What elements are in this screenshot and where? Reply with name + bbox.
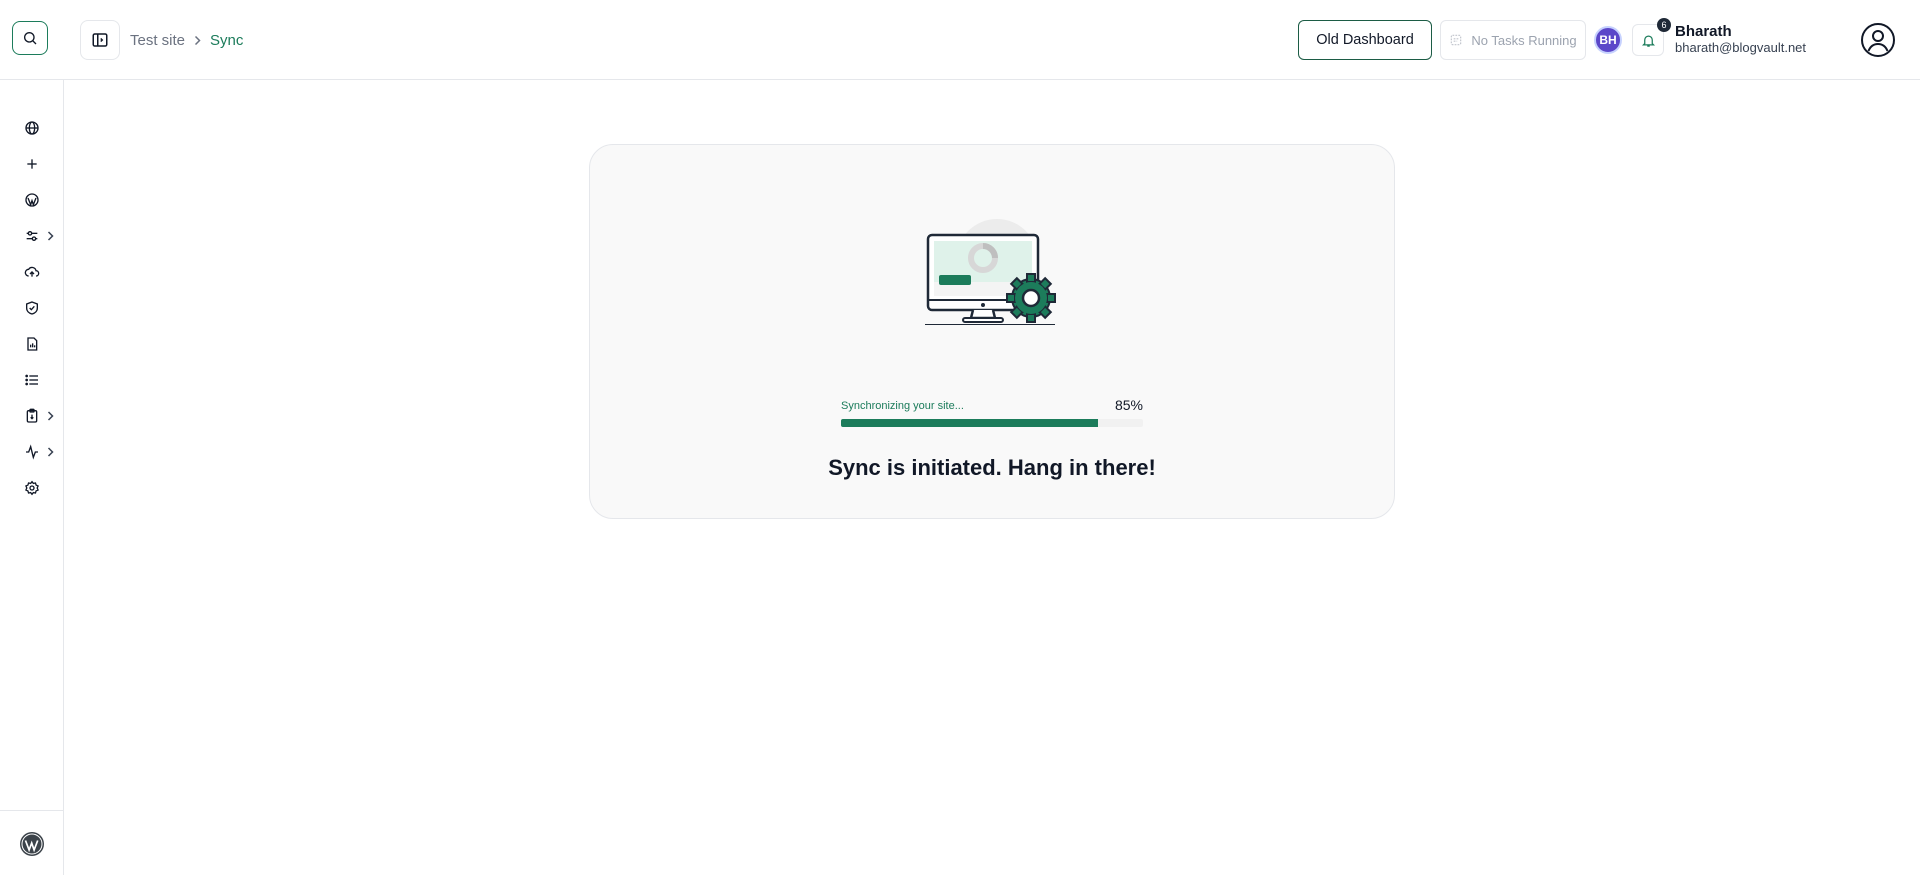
list-icon [25,374,38,386]
breadcrumb-current: Sync [210,31,244,49]
user-menu-button[interactable] [1860,22,1896,58]
progress-percent: 85% [1114,397,1143,413]
search-button[interactable] [12,21,48,55]
user-circle-icon [1861,23,1895,57]
shield-check-icon [26,301,38,315]
cloud-upload-icon [24,266,40,277]
bell-icon [1641,35,1655,47]
rail-item-tasks[interactable] [20,404,44,428]
progress-label: Synchronizing your site... [841,400,964,412]
progress-bar-fill [841,419,1098,427]
tasks-icon [1451,34,1462,46]
computer-sync-illustration [925,219,1056,325]
wordpress-icon [25,193,39,207]
rail-item-wordpress[interactable] [20,188,44,212]
chevron-right-icon [194,35,201,46]
wordpress-logo-icon [20,832,44,856]
search-icon [24,32,37,45]
rail-item-backups[interactable] [20,260,44,284]
user-email: bharath@blogvault.net [1675,40,1807,55]
sync-status-title: Sync is initiated. Hang in there! [828,455,1156,480]
rail-expand-activity[interactable] [45,446,55,458]
rail-item-security[interactable] [20,296,44,320]
tasks-status-button[interactable]: No Tasks Running [1440,20,1586,60]
rail-item-settings[interactable] [20,476,44,500]
rail-expand-tasks[interactable] [45,410,55,422]
chevron-right-icon [47,447,54,457]
sidebar-toggle-button[interactable] [80,20,120,60]
old-dashboard-button[interactable]: Old Dashboard [1298,20,1432,60]
clipboard-icon [26,408,38,423]
breadcrumb: Test site Sync [130,29,243,51]
rail-expand-tools[interactable] [45,230,55,242]
wordpress-logo-link[interactable] [18,830,46,858]
rail-item-tools[interactable] [20,224,44,248]
sync-status-card: Synchronizing your site... 85% Sync is i… [589,144,1395,519]
file-chart-icon [27,337,38,351]
tasks-status-label: No Tasks Running [1471,32,1577,48]
rail-item-activity[interactable] [20,440,44,464]
chevron-right-icon [47,411,54,421]
plus-icon [27,159,37,169]
sliders-icon [26,231,38,241]
panel-toggle-icon [92,33,108,47]
notification-count-badge: 6 [1657,18,1671,32]
top-header: Test site Sync Old Dashboard No Tasks Ru… [63,0,1920,80]
breadcrumb-root-link[interactable]: Test site [130,32,185,49]
left-rail [0,0,64,875]
globe-icon [25,121,39,135]
rail-item-sites[interactable] [20,116,44,140]
chevron-right-icon [47,231,54,241]
gear-icon [25,480,39,496]
site-avatar[interactable]: BH [1594,26,1622,54]
user-name: Bharath [1675,23,1732,40]
rail-bottom-divider [0,810,63,811]
rail-divider [0,79,63,80]
rail-item-logs[interactable] [20,368,44,392]
activity-icon [26,444,38,460]
rail-item-add[interactable] [20,152,44,176]
rail-item-reports[interactable] [20,332,44,356]
progress-bar [841,419,1143,427]
